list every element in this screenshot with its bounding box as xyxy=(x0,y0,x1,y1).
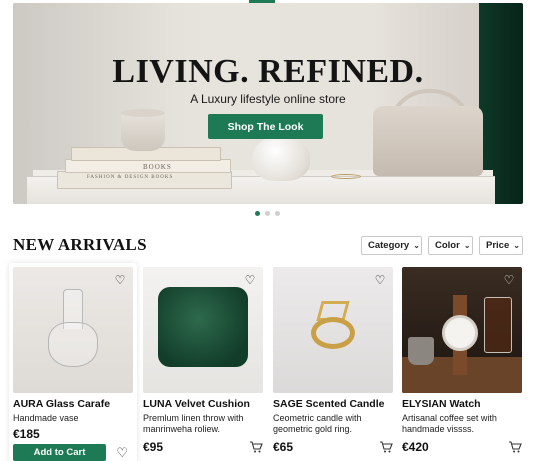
shop-the-look-button[interactable]: Shop The Look xyxy=(208,114,323,139)
product-image[interactable]: ♡ xyxy=(402,267,522,393)
product-description: Premlum linen throw with manrinweha roli… xyxy=(143,413,244,434)
product-description: Handmade vase xyxy=(13,413,79,423)
chevron-down-icon: ⌄ xyxy=(463,241,471,250)
heart-icon[interactable]: ♡ xyxy=(243,273,257,287)
ring-illustration xyxy=(311,317,355,349)
chevron-down-icon: ⌄ xyxy=(513,241,520,250)
heart-icon[interactable]: ♡ xyxy=(502,273,516,287)
product-card[interactable]: ♡ LUNA Velvet Cushion Premlum linen thro… xyxy=(143,267,263,454)
color-filter-dropdown[interactable]: Color ⌄ xyxy=(428,236,473,255)
product-name[interactable]: SAGE Scented Candle xyxy=(273,398,393,410)
hero-handbag xyxy=(373,106,483,176)
hero-subtitle: A Luxury lifestyle online store xyxy=(190,92,346,106)
cart-icon[interactable] xyxy=(508,441,522,453)
coffee-press-illustration xyxy=(484,297,512,353)
category-filter-dropdown[interactable]: Category ⌄ xyxy=(361,236,422,255)
carousel-dot[interactable] xyxy=(275,211,280,216)
product-card[interactable]: ♡ AURA Glass Carafe Handmade vase €185 A… xyxy=(13,267,133,461)
filter-label: Price xyxy=(486,240,510,251)
product-description: Ceometric candle with geometric gold rin… xyxy=(273,413,362,434)
carousel-dots xyxy=(255,211,280,216)
filter-label: Color xyxy=(435,240,460,251)
product-image[interactable]: ♡ xyxy=(143,267,263,393)
product-price: €95 xyxy=(143,440,164,454)
hero-jewelry xyxy=(331,174,361,179)
product-price: €420 xyxy=(402,440,429,454)
book-spine-label: BOOKS xyxy=(143,163,172,171)
cart-icon[interactable] xyxy=(379,441,393,453)
heart-icon[interactable]: ♡ xyxy=(373,273,387,287)
cushion-illustration xyxy=(158,287,248,367)
section-title: NEW ARRIVALS xyxy=(13,235,147,254)
hero-bowl-rim xyxy=(121,109,165,117)
product-image[interactable]: ♡ xyxy=(13,267,133,393)
filter-label: Category xyxy=(368,240,410,251)
price-filter-dropdown[interactable]: Price ⌄ xyxy=(479,236,523,255)
hero-ceramic-sphere xyxy=(252,135,310,181)
product-name[interactable]: ELYSIAN Watch xyxy=(402,398,522,410)
product-name[interactable]: LUNA Velvet Cushion xyxy=(143,398,263,410)
product-card[interactable]: ♡ SAGE Scented Candle Ceometric candle w… xyxy=(273,267,393,454)
product-price: €65 xyxy=(273,440,294,454)
cart-icon[interactable] xyxy=(249,441,263,453)
hero-title: LIVING. REFINED. xyxy=(112,53,424,90)
hero-bowl xyxy=(121,113,165,151)
add-to-cart-button[interactable]: Add to Cart xyxy=(13,444,106,461)
chevron-down-icon: ⌄ xyxy=(413,241,420,250)
hero-book xyxy=(57,171,232,189)
product-card[interactable]: ♡ ELYSIAN Watch Artisanal coffee set wit… xyxy=(402,267,522,454)
carafe-illustration xyxy=(48,322,98,367)
product-price: €185 xyxy=(13,427,40,441)
product-description: Artisanal coffee set with handmade visss… xyxy=(402,413,497,434)
heart-icon[interactable]: ♡ xyxy=(113,273,127,287)
heart-icon[interactable]: ♡ xyxy=(116,445,128,461)
book-spine-label: FASHION & DESIGN BOOKS xyxy=(87,175,174,180)
watch-illustration xyxy=(442,315,478,351)
carousel-dot[interactable] xyxy=(265,211,270,216)
carousel-dot[interactable] xyxy=(255,211,260,216)
product-image[interactable]: ♡ xyxy=(273,267,393,393)
product-name[interactable]: AURA Glass Carafe xyxy=(13,398,133,410)
hero-banner: BOOKS FASHION & DESIGN BOOKS LIVING. REF… xyxy=(13,3,523,204)
cup-illustration xyxy=(408,337,434,365)
